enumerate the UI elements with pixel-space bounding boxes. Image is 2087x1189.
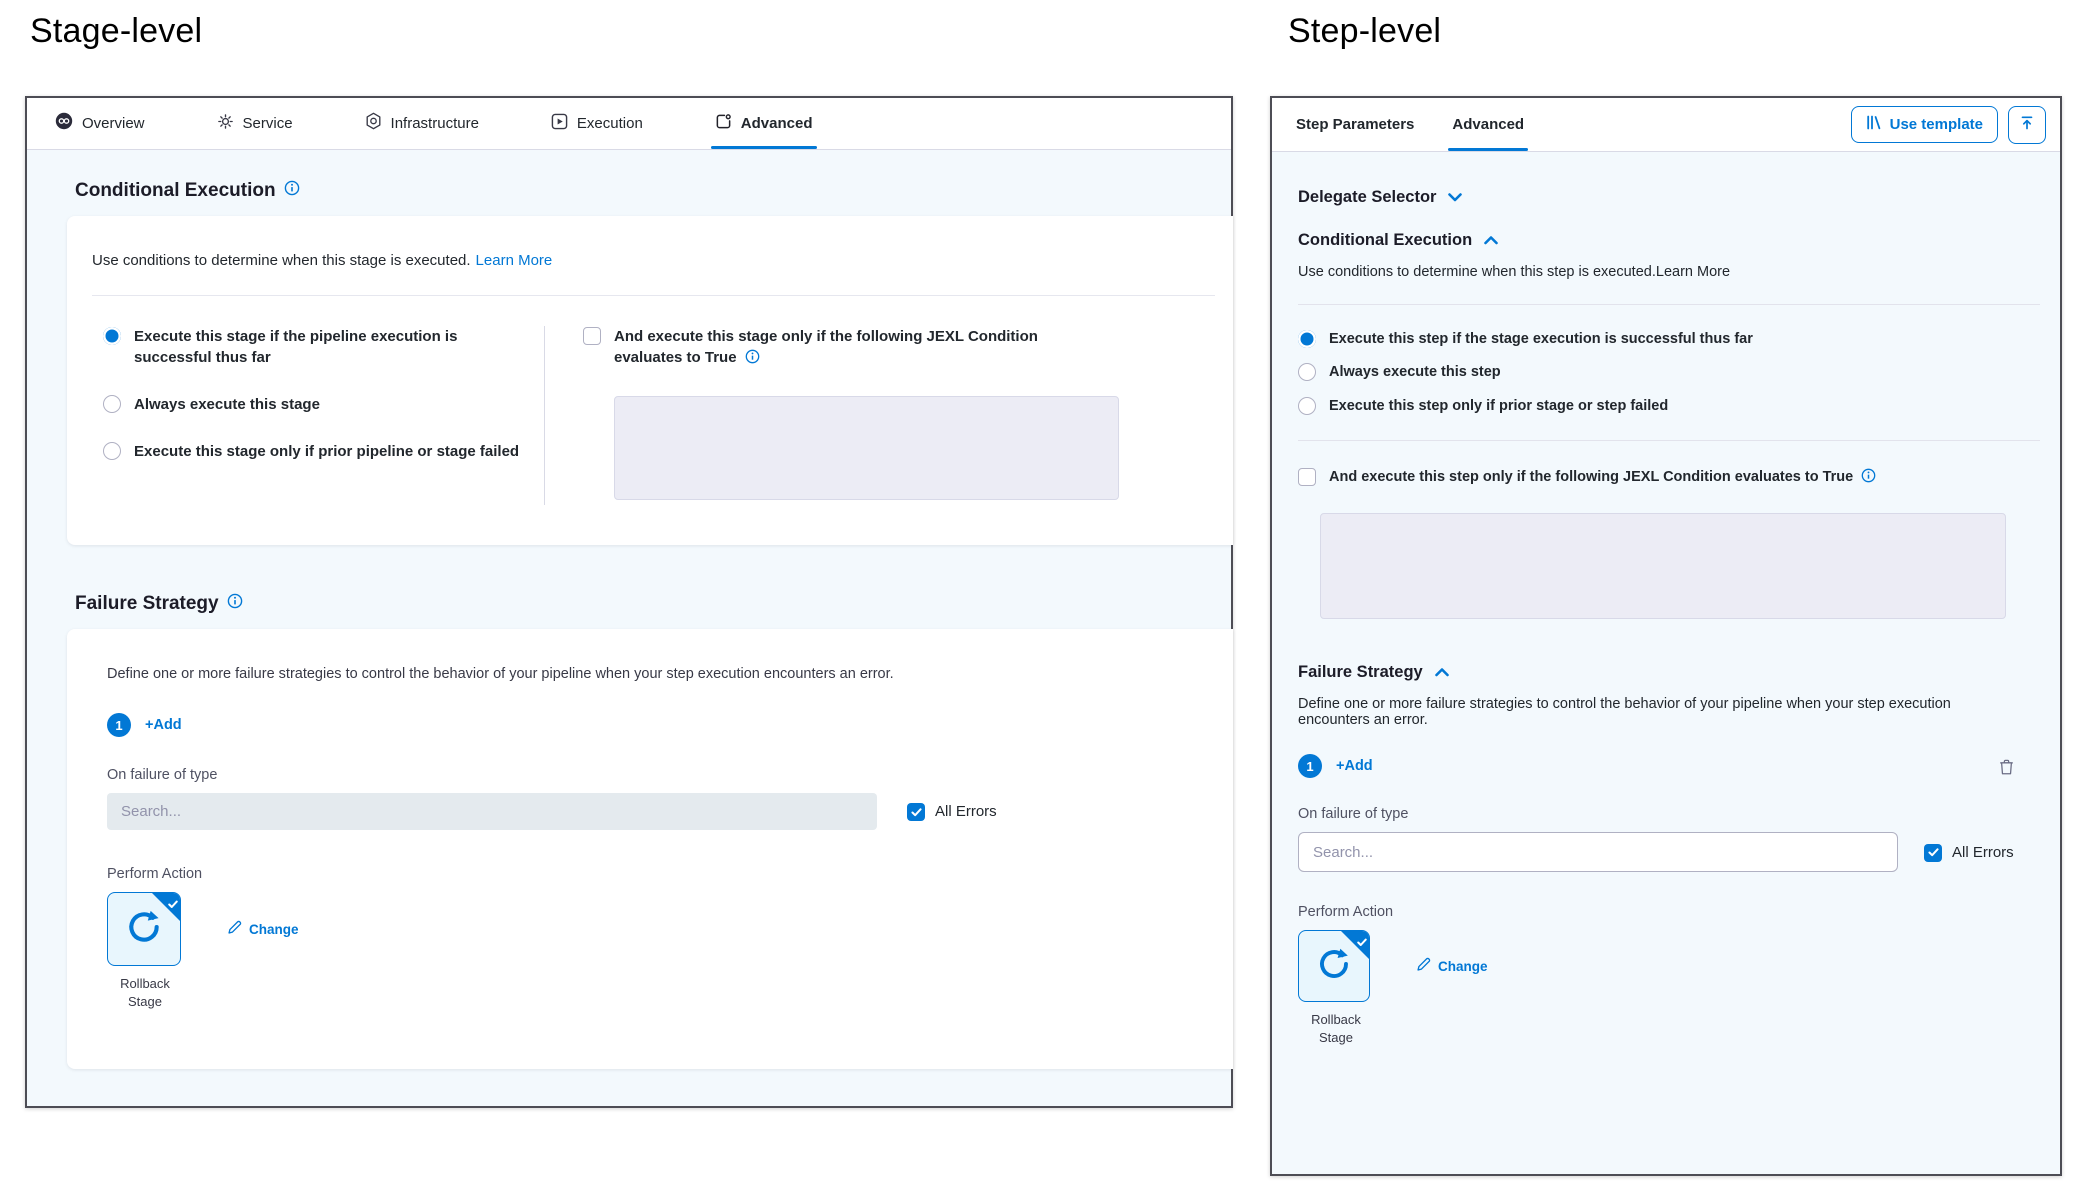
divider — [1298, 304, 2040, 305]
radio-always-execute-stage[interactable]: Always execute this stage — [103, 394, 544, 415]
step-condition-radio-group: Execute this step if the stage execution… — [1298, 329, 2040, 416]
action-name-label: Rollback Stage — [103, 975, 187, 1010]
info-icon[interactable] — [1861, 468, 1876, 489]
check-icon — [1357, 934, 1367, 952]
jexl-checkbox[interactable] — [1298, 468, 1316, 486]
tab-overview[interactable]: Overview — [55, 98, 145, 149]
tab-advanced[interactable]: Advanced — [1452, 98, 1524, 151]
chevron-up-icon[interactable] — [1484, 231, 1498, 250]
change-action-button[interactable]: Change — [1416, 957, 1488, 975]
radio-button[interactable] — [103, 442, 121, 460]
rollback-stage-action-card[interactable] — [107, 892, 181, 966]
tab-execution-label: Execution — [577, 115, 643, 132]
stage-condition-radio-group: Execute this stage if the pipeline execu… — [92, 326, 544, 505]
jexl-condition-input[interactable] — [1320, 513, 2006, 619]
rollback-stage-action-card[interactable] — [1298, 930, 1370, 1002]
overview-icon — [55, 112, 73, 135]
tab-step-parameters[interactable]: Step Parameters — [1296, 98, 1414, 151]
divider — [1298, 440, 2040, 441]
chevron-down-icon[interactable] — [1448, 188, 1462, 207]
failure-strategy-card: Define one or more failure strategies to… — [67, 629, 1233, 1069]
upload-icon — [2019, 115, 2035, 134]
stage-advanced-panel: Overview Service Infrastructure Executio… — [25, 96, 1233, 1108]
radio-execute-if-prior-failed[interactable]: Execute this step only if prior stage or… — [1298, 396, 2040, 416]
jexl-checkbox[interactable] — [583, 327, 601, 345]
jexl-condition-checkbox-row[interactable]: And execute this stage only if the follo… — [583, 326, 1233, 370]
tab-advanced-label: Advanced — [741, 115, 813, 132]
radio-execute-if-prior-failed[interactable]: Execute this stage only if prior pipelin… — [103, 441, 544, 462]
failure-type-search-input[interactable] — [107, 793, 877, 830]
delegate-selector-heading[interactable]: Delegate Selector — [1298, 188, 2040, 207]
add-strategy-button[interactable]: +Add — [1336, 758, 1373, 774]
jexl-condition-section: And execute this stage only if the follo… — [544, 326, 1233, 505]
conditional-execution-description: Use conditions to determine when this st… — [92, 252, 1233, 269]
radio-execute-if-stage-successful[interactable]: Execute this step if the stage execution… — [1298, 329, 2040, 349]
all-errors-checkbox[interactable] — [907, 803, 925, 821]
radio-button[interactable] — [1298, 363, 1316, 381]
delete-strategy-icon[interactable] — [1999, 758, 2014, 775]
add-strategy-button[interactable]: +Add — [145, 717, 182, 733]
step-advanced-panel: Step Parameters Advanced Use template De… — [1270, 96, 2062, 1176]
learn-more-link[interactable]: Learn More — [476, 252, 553, 269]
failure-strategy-heading[interactable]: Failure Strategy — [1298, 663, 2040, 682]
tab-overview-label: Overview — [82, 115, 145, 132]
change-action-button[interactable]: Change — [227, 920, 299, 938]
on-failure-of-type-label: On failure of type — [1298, 806, 2040, 822]
failure-strategy-description: Define one or more failure strategies to… — [1298, 696, 1978, 728]
all-errors-checkbox[interactable] — [1924, 844, 1942, 862]
tab-infrastructure[interactable]: Infrastructure — [365, 98, 479, 149]
check-icon — [168, 896, 178, 914]
upload-template-button[interactable] — [2008, 106, 2046, 144]
failure-strategy-description: Define one or more failure strategies to… — [107, 663, 1203, 685]
jexl-condition-checkbox-row[interactable]: And execute this step only if the follow… — [1298, 467, 2040, 489]
conditional-execution-card: Use conditions to determine when this st… — [67, 216, 1233, 545]
stage-tabbar: Overview Service Infrastructure Executio… — [27, 98, 1231, 150]
failure-strategy-heading: Failure Strategy — [75, 593, 1231, 615]
radio-button[interactable] — [103, 395, 121, 413]
radio-button[interactable] — [1298, 330, 1316, 348]
conditional-execution-heading[interactable]: Conditional Execution — [1298, 231, 2040, 250]
action-name-label: Rollback Stage — [1294, 1011, 1378, 1046]
all-errors-checkbox-row[interactable]: All Errors — [907, 802, 997, 821]
infrastructure-icon — [365, 112, 382, 135]
advanced-icon — [715, 113, 732, 135]
tab-infrastructure-label: Infrastructure — [391, 115, 479, 132]
strategy-count-badge[interactable]: 1 — [107, 713, 131, 737]
use-template-button[interactable]: Use template — [1851, 106, 1998, 143]
template-library-icon — [1866, 115, 1882, 134]
radio-button[interactable] — [103, 327, 121, 345]
tab-service[interactable]: Service — [217, 98, 293, 149]
service-icon — [217, 113, 234, 135]
info-icon[interactable] — [284, 180, 300, 202]
conditional-execution-heading: Conditional Execution — [75, 180, 1231, 202]
step-tabbar: Step Parameters Advanced Use template — [1272, 98, 2060, 152]
perform-action-label: Perform Action — [1298, 904, 2040, 920]
all-errors-checkbox-row[interactable]: All Errors — [1924, 843, 2014, 862]
on-failure-of-type-label: On failure of type — [107, 767, 1203, 783]
pencil-icon — [1416, 957, 1431, 975]
radio-button[interactable] — [1298, 397, 1316, 415]
tab-advanced[interactable]: Advanced — [715, 98, 813, 149]
info-icon[interactable] — [227, 593, 243, 615]
stage-advanced-content: Conditional Execution Use conditions to … — [27, 150, 1231, 1069]
perform-action-label: Perform Action — [107, 866, 1203, 882]
pencil-icon — [227, 920, 242, 938]
radio-always-execute-step[interactable]: Always execute this step — [1298, 362, 2040, 382]
learn-more-link[interactable]: Learn More — [1656, 264, 1730, 280]
info-icon[interactable] — [745, 349, 760, 370]
divider — [92, 295, 1215, 296]
step-advanced-content: Delegate Selector Conditional Execution … — [1272, 152, 2060, 1046]
jexl-condition-input[interactable] — [614, 396, 1119, 500]
conditional-execution-description: Use conditions to determine when this st… — [1298, 264, 2040, 280]
failure-type-search-input[interactable] — [1298, 832, 1898, 872]
strategy-count-badge[interactable]: 1 — [1298, 754, 1322, 778]
chevron-up-icon[interactable] — [1435, 663, 1449, 682]
execution-icon — [551, 113, 568, 135]
step-level-title: Step-level — [1288, 12, 1441, 51]
radio-execute-if-pipeline-successful[interactable]: Execute this stage if the pipeline execu… — [103, 326, 544, 368]
tab-service-label: Service — [243, 115, 293, 132]
stage-level-title: Stage-level — [30, 12, 202, 51]
tab-execution[interactable]: Execution — [551, 98, 643, 149]
